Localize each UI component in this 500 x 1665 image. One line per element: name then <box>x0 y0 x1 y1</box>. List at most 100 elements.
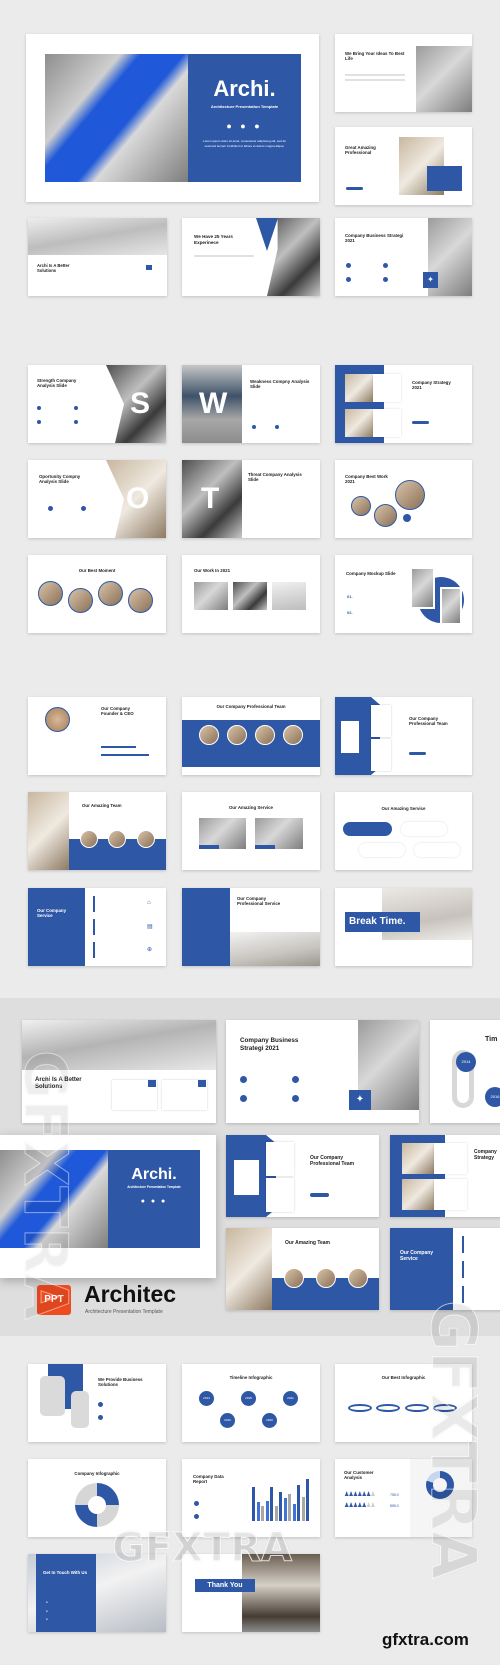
slide-title: Archi Is A Better Solutions <box>37 263 70 274</box>
slide-business-strategy[interactable]: Company Business Strategi 2021 ✦ <box>335 218 472 296</box>
showcase-company-strategy[interactable]: Company Strategy <box>390 1135 500 1217</box>
card <box>234 1160 259 1195</box>
showcase-company-service[interactable]: Our Company Service <box>390 1228 500 1310</box>
slide-work-2021[interactable]: Our Work In 2021 <box>182 555 320 633</box>
side-panel <box>28 888 85 966</box>
team-photo <box>80 830 98 848</box>
card <box>434 1143 467 1174</box>
bullet-dot <box>346 277 351 282</box>
slide-title: Company Strategy 2021 <box>412 380 451 391</box>
email-icon: ● <box>46 1617 48 1621</box>
read-more-button[interactable] <box>412 421 429 424</box>
stat-value: 855.0 <box>390 1504 399 1508</box>
slide-business-solutions[interactable]: We Provide Business Solutions <box>28 1364 166 1442</box>
slide-title: Our Work In 2021 <box>194 568 231 573</box>
founder-photo <box>45 707 70 732</box>
slide-title: Company Best Work 2021 <box>345 474 388 485</box>
slide-best-work[interactable]: Company Best Work 2021 <box>335 460 472 538</box>
slide-title: We Bring Your Ideas To Best Life <box>345 51 405 62</box>
service-pill[interactable] <box>359 843 405 857</box>
slide-threat[interactable]: T Threat Company Analysis Slide <box>182 460 320 538</box>
slide-professional-team-2[interactable]: Our Company Professional Team <box>335 697 472 775</box>
slide-title: Company Strategy <box>474 1149 497 1161</box>
slide-professional-team-1[interactable]: Our Company Professional Team <box>182 697 320 775</box>
bullet-dot <box>81 506 86 511</box>
service-pill[interactable] <box>414 843 460 857</box>
bullet-dot <box>383 263 388 268</box>
slide-company-service[interactable]: Our Company Service ⌂ ▤ ⊕ <box>28 888 166 966</box>
read-more-button[interactable] <box>346 187 363 190</box>
bullet-dot <box>37 420 41 424</box>
bar-chart <box>252 1479 312 1521</box>
service-pill-active[interactable] <box>343 822 392 836</box>
slide-professional[interactable]: Great Amazing Professional <box>335 127 472 205</box>
read-more-button[interactable] <box>310 1193 329 1197</box>
slide-title: We Provide Business Solutions <box>98 1377 143 1388</box>
slide-opportunity[interactable]: Oportunity Compny Analysis Slide O <box>28 460 166 538</box>
slide-company-strategy[interactable]: Company Strategy 2021 <box>335 365 472 443</box>
slide-break-time[interactable]: Break Time. <box>335 888 472 966</box>
chart-bar <box>288 1493 291 1521</box>
ring-item <box>348 1404 372 1412</box>
bullet-dot <box>292 1095 299 1102</box>
photo-circle <box>351 496 371 516</box>
bullet-dot <box>194 1501 199 1506</box>
team-photo <box>284 1268 304 1288</box>
triangle-accent <box>256 218 278 251</box>
swot-letter: S <box>130 387 151 420</box>
slide-photo <box>345 409 373 437</box>
slide-professional-service[interactable]: Our Company Professional Service <box>182 888 320 966</box>
watermark-vertical-right: GFXTRA <box>417 1300 491 1580</box>
slide-strength[interactable]: Strength Company Analysis Slide S <box>28 365 166 443</box>
slide-ideas[interactable]: We Bring Your Ideas To Best Life <box>335 34 472 112</box>
slide-timeline-infographic[interactable]: Timeline Infographic 2014 2016 2018 2020… <box>182 1364 320 1442</box>
hero-photo <box>45 54 190 182</box>
photo-circle <box>98 581 123 606</box>
slide-weakness[interactable]: W Weakness Compny Analysis Slide <box>182 365 320 443</box>
slide-amazing-service-2[interactable]: Our Amazing Service <box>335 792 472 870</box>
slide-photo <box>230 932 320 966</box>
showcase-business-strategy[interactable]: Company Business Strategi 2021 ✦ <box>226 1020 419 1123</box>
slide-title: Company Mockup Slide <box>346 571 396 576</box>
slide-founder[interactable]: Our Company Founder & CEO <box>28 697 166 775</box>
bullet-dot <box>275 425 279 429</box>
photo-circle <box>128 588 153 613</box>
slide-amazing-team[interactable]: Our Amazing Team <box>28 792 166 870</box>
slide-experience[interactable]: We Have 25 Years Experinece <box>182 218 320 296</box>
showcase-amazing-team[interactable]: Our Amazing Team <box>226 1228 379 1310</box>
chart-bar <box>256 1502 260 1521</box>
chart-bar <box>297 1485 300 1521</box>
bullet-dot <box>194 1514 199 1519</box>
slide-best-moment[interactable]: Our Best Moment <box>28 555 166 633</box>
read-more-button[interactable] <box>409 752 426 755</box>
bullet-dot <box>240 1076 247 1083</box>
product-name: Architec <box>84 1281 177 1307</box>
chart-bar <box>265 1500 269 1521</box>
team-photo <box>316 1268 336 1288</box>
chart-bar <box>274 1506 278 1521</box>
watermark-horizontal: GFXTRA <box>111 1525 293 1572</box>
bullet-dot <box>346 263 351 268</box>
swot-letter: O <box>126 482 150 515</box>
text-line <box>345 79 405 81</box>
slide-better-solutions[interactable]: Archi Is A Better Solutions <box>28 218 167 296</box>
slide-photo <box>402 1179 434 1210</box>
slide-title: Our Company Service <box>37 908 67 919</box>
showcase-professional-team[interactable]: Our Company Professional Team <box>226 1135 379 1217</box>
icon-box <box>148 1080 156 1087</box>
photo-circle <box>374 504 397 527</box>
slide-title: Our Amazing Team <box>82 803 122 808</box>
decor-dot <box>403 514 411 522</box>
slide-title: Our Company Professional Service <box>237 896 281 907</box>
service-pill[interactable] <box>401 822 447 836</box>
label-tag <box>199 845 219 849</box>
slide-title: Our Amazing Service <box>381 806 426 811</box>
slide-mockup[interactable]: Company Mockup Slide 01. 02. <box>335 555 472 633</box>
showcase-timeline[interactable]: Tim 2014 2016 <box>430 1020 500 1123</box>
slide-amazing-service-1[interactable]: Our Amazing Service <box>182 792 320 870</box>
side-panel <box>182 888 230 966</box>
accent-bar <box>93 919 95 935</box>
slide-title: Oportunity Compny Analysis Slide <box>39 474 81 485</box>
hero-slide[interactable]: Archi. Architecture Presentation Templat… <box>26 34 319 202</box>
people-icon-row: ♟♟♟♟♟♟♟ <box>344 1503 376 1509</box>
